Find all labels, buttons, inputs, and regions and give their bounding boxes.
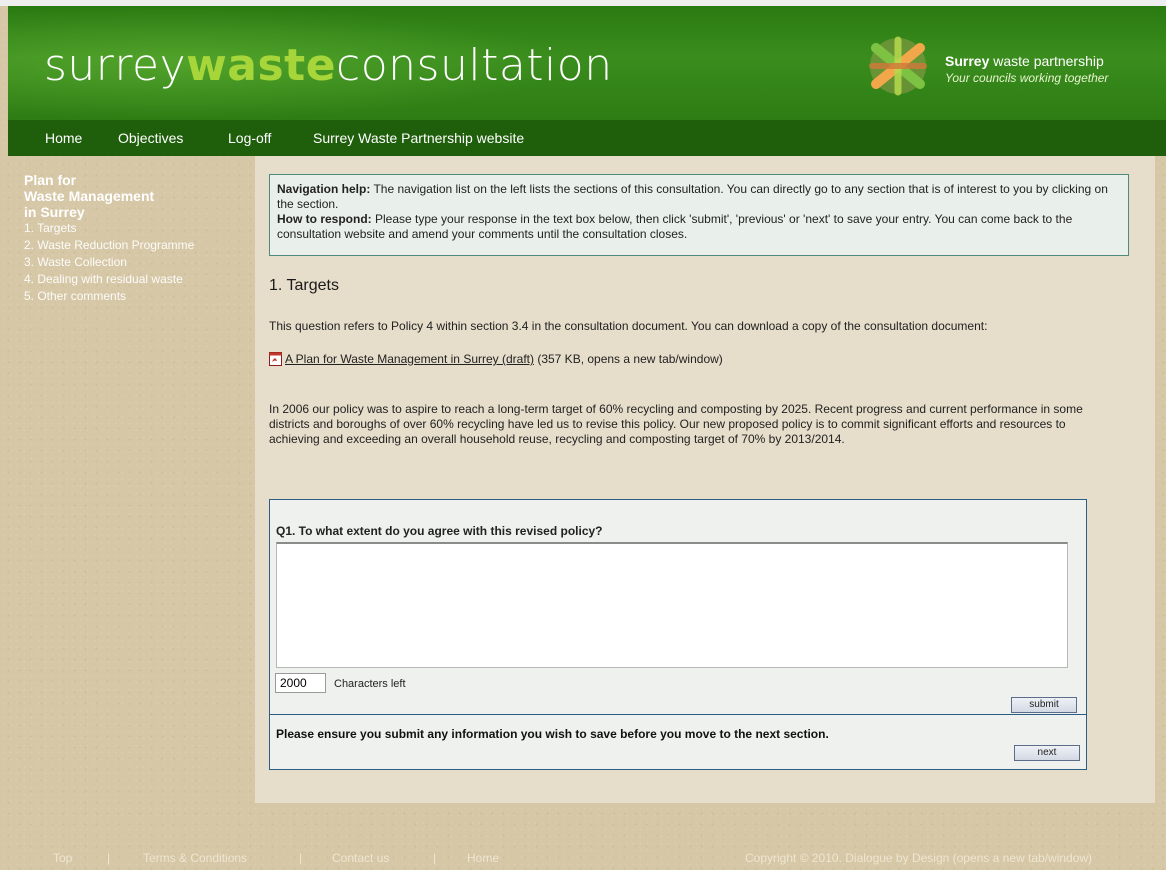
partnership-name-bold: Surrey — [945, 53, 990, 69]
nav-help-label: Navigation help: — [277, 182, 371, 196]
nav-home[interactable]: Home — [45, 130, 82, 146]
site-header: surreywasteconsultation Surrey waste par… — [8, 6, 1166, 120]
nav-help-text: The navigation list on the left lists th… — [277, 182, 1108, 211]
section-sidebar: Plan for Waste Management in Surrey 1. T… — [24, 172, 249, 305]
page-title: 1. Targets — [269, 277, 339, 294]
submit-button[interactable]: submit — [1011, 697, 1077, 713]
main-nav: Home Objectives Log-off Surrey Waste Par… — [8, 120, 1166, 156]
respond-help-text: Please type your response in the text bo… — [277, 212, 1073, 241]
policy-text: In 2006 our policy was to aspire to reac… — [269, 402, 1083, 446]
partnership-logo-icon[interactable] — [868, 36, 928, 96]
partnership-name-rest: waste partnership — [989, 53, 1104, 69]
sidebar-title-line: Waste Management — [24, 188, 155, 204]
question-label: Q1. To what extent do you agree with thi… — [276, 524, 603, 538]
site-logo[interactable]: surreywasteconsultation — [44, 40, 613, 91]
response-textarea[interactable] — [276, 542, 1068, 668]
document-download: A Plan for Waste Management in Surrey (d… — [269, 352, 723, 366]
logo-part-consultation: consultation — [336, 40, 613, 91]
main-content: Navigation help: The navigation list on … — [255, 156, 1155, 803]
sidebar-item-residual-waste[interactable]: 4. Dealing with residual waste — [24, 271, 249, 288]
next-button[interactable]: next — [1014, 745, 1080, 761]
footer-separator: | — [299, 851, 303, 865]
save-reminder: Please ensure you submit any information… — [276, 727, 829, 741]
partnership-tagline: Your councils working together — [945, 71, 1109, 85]
nav-partnership-website[interactable]: Surrey Waste Partnership website — [313, 130, 524, 146]
footer-copyright-link[interactable]: Copyright © 2010. Dialogue by Design (op… — [745, 851, 1092, 865]
footer-separator: | — [107, 851, 111, 865]
navigation-help-box: Navigation help: The navigation list on … — [269, 174, 1129, 256]
question-intro: This question refers to Policy 4 within … — [269, 319, 988, 333]
sidebar-title-line: Plan for — [24, 172, 77, 188]
nav-log-off[interactable]: Log-off — [228, 130, 271, 146]
sidebar-item-targets[interactable]: 1. Targets — [24, 220, 249, 237]
footer-separator: | — [433, 851, 437, 865]
footer-link-top[interactable]: Top — [53, 851, 72, 865]
partnership-name: Surrey waste partnership — [945, 53, 1104, 69]
sidebar-item-waste-collection[interactable]: 3. Waste Collection — [24, 254, 249, 271]
sidebar-title-line: in Surrey — [24, 204, 85, 220]
question-box: Q1. To what extent do you agree with thi… — [269, 499, 1087, 770]
respond-help-label: How to respond: — [277, 212, 372, 226]
logo-part-waste: waste — [186, 40, 337, 91]
footer-link-home[interactable]: Home — [467, 851, 499, 865]
question-divider — [270, 714, 1086, 715]
document-meta: (357 KB, opens a new tab/window) — [534, 352, 723, 366]
pdf-icon — [269, 352, 282, 366]
characters-left-counter — [275, 673, 326, 693]
sidebar-item-waste-reduction[interactable]: 2. Waste Reduction Programme — [24, 237, 249, 254]
logo-part-surrey: surrey — [44, 40, 187, 91]
nav-objectives[interactable]: Objectives — [118, 130, 183, 146]
characters-left-label: Characters left — [334, 678, 406, 690]
consultation-document-link[interactable]: A Plan for Waste Management in Surrey (d… — [285, 352, 534, 366]
footer-link-contact[interactable]: Contact us — [332, 851, 389, 865]
sidebar-item-other-comments[interactable]: 5. Other comments — [24, 288, 249, 305]
footer-link-terms[interactable]: Terms & Conditions — [143, 851, 247, 865]
